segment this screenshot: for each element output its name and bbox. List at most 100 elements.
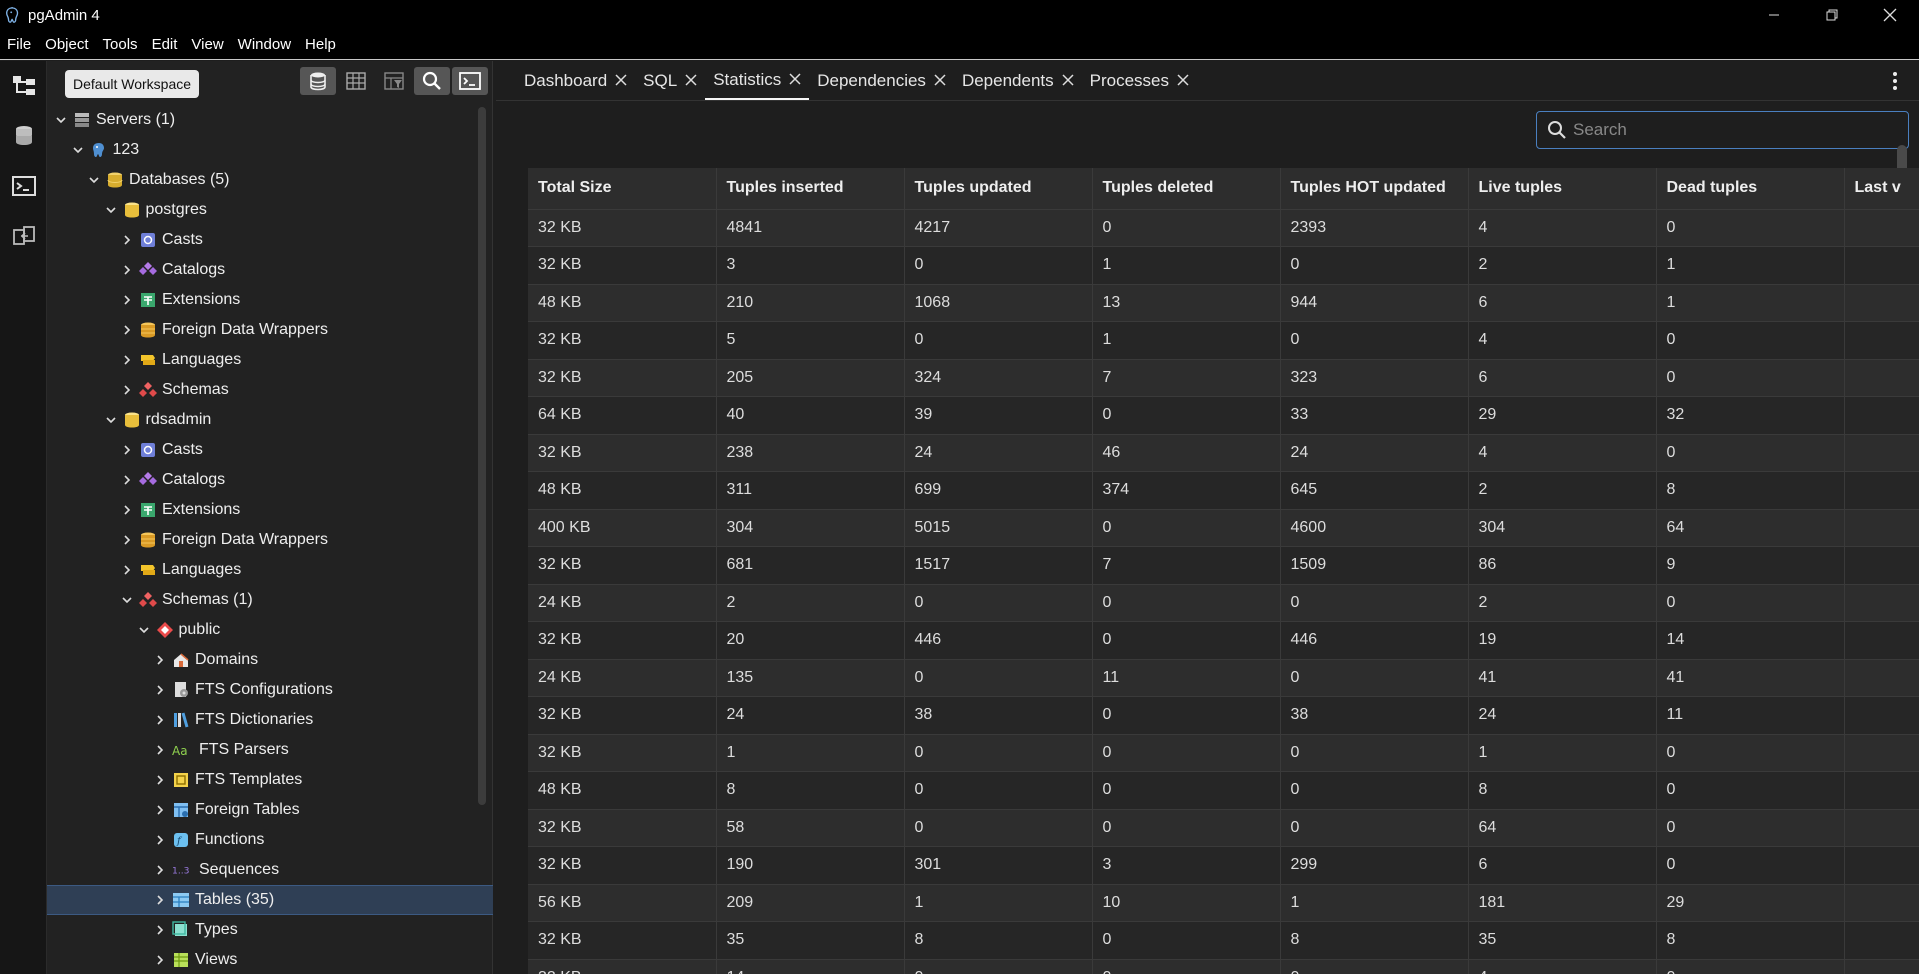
tree-node-languages[interactable]: Languages xyxy=(47,555,493,585)
chevron-right-icon[interactable] xyxy=(152,922,168,938)
tree-node-types[interactable]: Types xyxy=(47,915,493,945)
menu-window[interactable]: Window xyxy=(231,30,298,60)
search-objects-button[interactable] xyxy=(414,67,450,95)
tree-node-foreign-data-wrappers[interactable]: Foreign Data Wrappers xyxy=(47,525,493,555)
menu-help[interactable]: Help xyxy=(298,30,343,60)
chevron-right-icon[interactable] xyxy=(152,892,168,908)
chevron-right-icon[interactable] xyxy=(152,772,168,788)
tree-node-tables[interactable]: Tables (35) xyxy=(47,885,493,915)
chevron-right-icon[interactable] xyxy=(119,472,135,488)
minimize-button[interactable] xyxy=(1745,0,1803,30)
tree-node-fts-dictionaries[interactable]: FTS Dictionaries xyxy=(47,705,493,735)
column-header-tuples-updated[interactable]: Tuples updated xyxy=(904,168,1093,209)
tree-node-foreign-data-wrappers[interactable]: Foreign Data Wrappers xyxy=(47,315,493,345)
close-tab-icon[interactable] xyxy=(1062,70,1074,91)
tree-node-extensions[interactable]: Extensions xyxy=(47,495,493,525)
chevron-right-icon[interactable] xyxy=(152,682,168,698)
view-data-button[interactable] xyxy=(338,67,374,95)
chevron-right-icon[interactable] xyxy=(152,652,168,668)
chevron-down-icon[interactable] xyxy=(70,142,86,158)
tree-node-catalogs[interactable]: Catalogs xyxy=(47,465,493,495)
chevron-right-icon[interactable] xyxy=(119,232,135,248)
restore-button[interactable] xyxy=(1803,0,1861,30)
chevron-right-icon[interactable] xyxy=(152,712,168,728)
filtered-rows-button[interactable] xyxy=(376,67,412,95)
tree-node-extensions[interactable]: Extensions xyxy=(47,285,493,315)
query-tool-button[interactable] xyxy=(300,67,336,95)
tab-dashboard[interactable]: Dashboard xyxy=(496,61,635,100)
chevron-right-icon[interactable] xyxy=(152,832,168,848)
tree-node-views[interactable]: Views xyxy=(47,945,493,974)
tree-node-domains[interactable]: Domains xyxy=(47,645,493,675)
query-tool-workspace-button[interactable] xyxy=(0,111,47,161)
chevron-right-icon[interactable] xyxy=(119,292,135,308)
tree-node-casts[interactable]: Casts xyxy=(47,225,493,255)
chevron-right-icon[interactable] xyxy=(152,742,168,758)
close-window-button[interactable] xyxy=(1861,0,1919,30)
menu-file[interactable]: File xyxy=(0,30,38,60)
tab-sql[interactable]: SQL xyxy=(635,61,705,100)
chevron-right-icon[interactable] xyxy=(119,502,135,518)
menu-tools[interactable]: Tools xyxy=(96,30,145,60)
tab-processes[interactable]: Processes xyxy=(1082,61,1197,100)
chevron-right-icon[interactable] xyxy=(119,562,135,578)
psql-workspace-button[interactable] xyxy=(0,161,47,211)
tree-node-rdsadmin[interactable]: rdsadmin xyxy=(47,405,493,435)
chevron-right-icon[interactable] xyxy=(119,322,135,338)
chevron-down-icon[interactable] xyxy=(136,622,152,638)
tab-more-button[interactable] xyxy=(1885,69,1905,93)
tree-node-fts-configurations[interactable]: FTS Configurations xyxy=(47,675,493,705)
tree-node-catalogs[interactable]: Catalogs xyxy=(47,255,493,285)
column-header-tuples-hot-updated[interactable]: Tuples HOT updated xyxy=(1280,168,1469,209)
column-header-tuples-inserted[interactable]: Tuples inserted xyxy=(716,168,905,209)
tab-statistics[interactable]: Statistics xyxy=(705,61,810,100)
chevron-down-icon[interactable] xyxy=(103,412,119,428)
tree-node-sequences[interactable]: 1..3 Sequences xyxy=(47,855,493,885)
schema-diff-workspace-button[interactable] xyxy=(0,211,47,261)
tree-node-languages[interactable]: Languages xyxy=(47,345,493,375)
tree-node-postgres[interactable]: postgres xyxy=(47,195,493,225)
chevron-right-icon[interactable] xyxy=(119,442,135,458)
chevron-right-icon[interactable] xyxy=(119,532,135,548)
tree-node-schemas[interactable]: Schemas xyxy=(47,375,493,405)
close-tab-icon[interactable] xyxy=(1177,70,1189,91)
menu-view[interactable]: View xyxy=(184,30,230,60)
tree-node-functions[interactable]: f Functions xyxy=(47,825,493,855)
tree-node-schemas[interactable]: Schemas (1) xyxy=(47,585,493,615)
tree-node-databases[interactable]: Databases (5) xyxy=(47,165,493,195)
tree-node-servers[interactable]: Servers (1) xyxy=(47,105,493,135)
tree-node-foreign-tables[interactable]: Foreign Tables xyxy=(47,795,493,825)
close-tab-icon[interactable] xyxy=(789,69,801,90)
tree-scrollbar[interactable] xyxy=(478,107,486,805)
tab-dependencies[interactable]: Dependencies xyxy=(809,61,954,100)
tree-node-fts-parsers[interactable]: Aa FTS Parsers xyxy=(47,735,493,765)
chevron-down-icon[interactable] xyxy=(119,592,135,608)
tree-node-casts[interactable]: Casts xyxy=(47,435,493,465)
column-header-tuples-deleted[interactable]: Tuples deleted xyxy=(1092,168,1281,209)
search-input[interactable] xyxy=(1573,120,1893,140)
chevron-right-icon[interactable] xyxy=(119,262,135,278)
chevron-down-icon[interactable] xyxy=(53,112,69,128)
chevron-right-icon[interactable] xyxy=(152,862,168,878)
tree-node-public[interactable]: public xyxy=(47,615,493,645)
menu-object[interactable]: Object xyxy=(38,30,95,60)
chevron-right-icon[interactable] xyxy=(119,382,135,398)
chevron-right-icon[interactable] xyxy=(152,952,168,968)
column-header-dead-tuples[interactable]: Dead tuples xyxy=(1656,168,1845,209)
close-tab-icon[interactable] xyxy=(934,70,946,91)
column-header-total-size[interactable]: Total Size xyxy=(528,168,717,209)
psql-tool-button[interactable] xyxy=(452,67,488,95)
statistics-search-box[interactable] xyxy=(1536,111,1909,149)
column-header-last-v[interactable]: Last v xyxy=(1844,168,1919,209)
chevron-down-icon[interactable] xyxy=(103,202,119,218)
menu-edit[interactable]: Edit xyxy=(145,30,185,60)
tree-node-123[interactable]: 123 xyxy=(47,135,493,165)
close-tab-icon[interactable] xyxy=(615,70,627,91)
close-tab-icon[interactable] xyxy=(685,70,697,91)
column-header-live-tuples[interactable]: Live tuples xyxy=(1468,168,1657,209)
chevron-down-icon[interactable] xyxy=(86,172,102,188)
chevron-right-icon[interactable] xyxy=(119,352,135,368)
tab-dependents[interactable]: Dependents xyxy=(954,61,1082,100)
tree-node-fts-templates[interactable]: FTS Templates xyxy=(47,765,493,795)
default-workspace-button[interactable] xyxy=(0,61,47,111)
